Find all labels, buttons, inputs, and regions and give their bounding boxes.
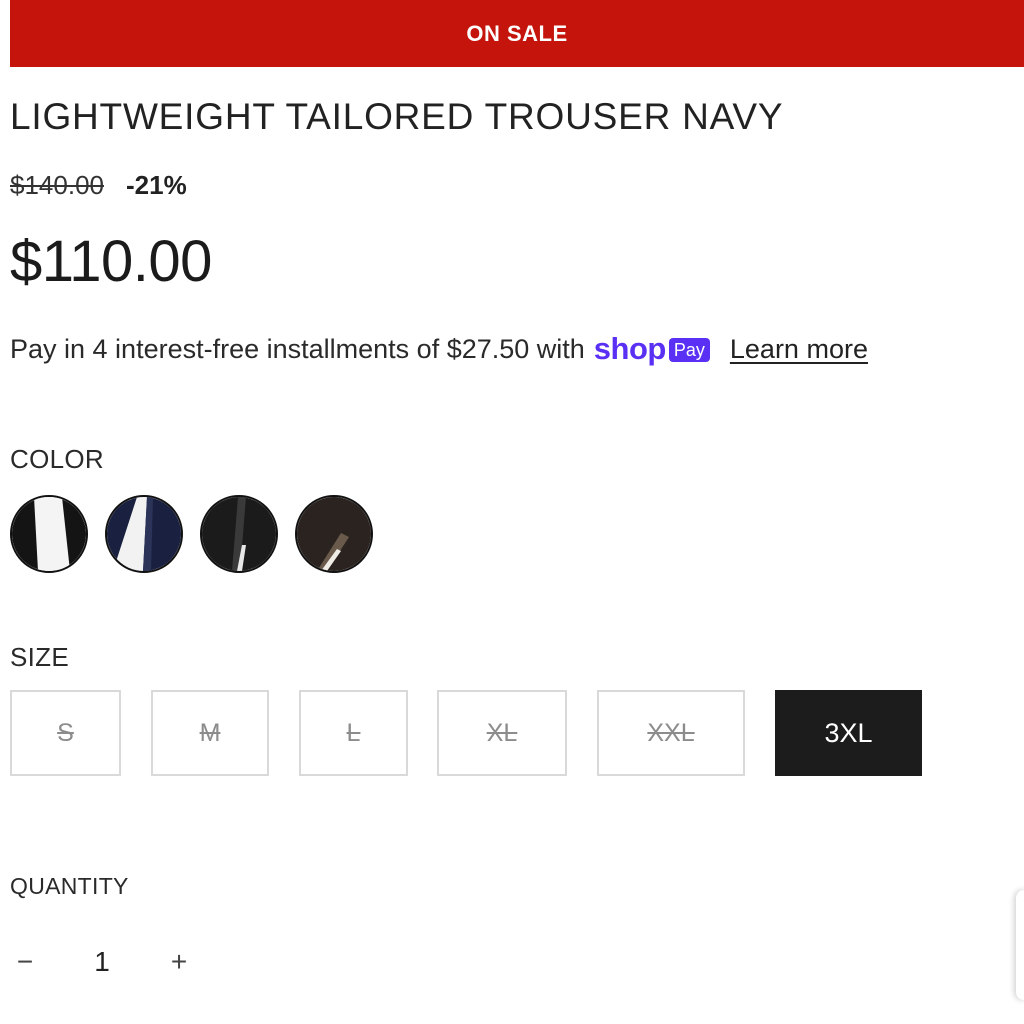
size-option-m[interactable]: M (151, 690, 269, 776)
size-option-xl[interactable]: XL (437, 690, 567, 776)
size-option-3xl[interactable]: 3XL (775, 690, 922, 776)
shop-pay-logo-word: shop (593, 331, 667, 366)
product-title: LIGHTWEIGHT TAILORED TROUSER NAVY (10, 96, 784, 137)
discount-badge: -21% (125, 170, 187, 200)
installments-message: Pay in 4 interest-free installments of $… (10, 331, 1010, 367)
color-swatch-brown[interactable] (295, 495, 373, 573)
learn-more-link[interactable]: Learn more (730, 334, 868, 365)
color-swatch-black[interactable] (200, 495, 278, 573)
floating-widget-edge[interactable] (1016, 890, 1024, 1000)
quantity-value[interactable]: 1 (40, 946, 164, 978)
quantity-decrease-button[interactable]: − (10, 940, 40, 984)
sale-banner: ON SALE (10, 0, 1024, 67)
size-option-xxl[interactable]: XXL (597, 690, 745, 776)
size-label: SIZE (10, 642, 69, 672)
sale-price: $110.00 (10, 229, 212, 294)
shop-pay-logo-badge: Pay (668, 338, 710, 362)
sale-banner-text: ON SALE (466, 20, 568, 46)
color-swatch-white[interactable] (10, 495, 88, 573)
price-row: $140.00 -21% (10, 170, 187, 201)
color-swatch-navy[interactable] (105, 495, 183, 573)
compare-at-price: $140.00 (10, 170, 104, 200)
size-option-l[interactable]: L (299, 690, 408, 776)
color-swatches (10, 495, 390, 573)
size-option-s[interactable]: S (10, 690, 121, 776)
color-label: COLOR (10, 444, 104, 474)
quantity-label: QUANTITY (10, 873, 129, 899)
quantity-stepper: − 1 + (10, 940, 194, 984)
installments-text: Pay in 4 interest-free installments of $… (10, 333, 585, 364)
quantity-increase-button[interactable]: + (164, 940, 194, 984)
